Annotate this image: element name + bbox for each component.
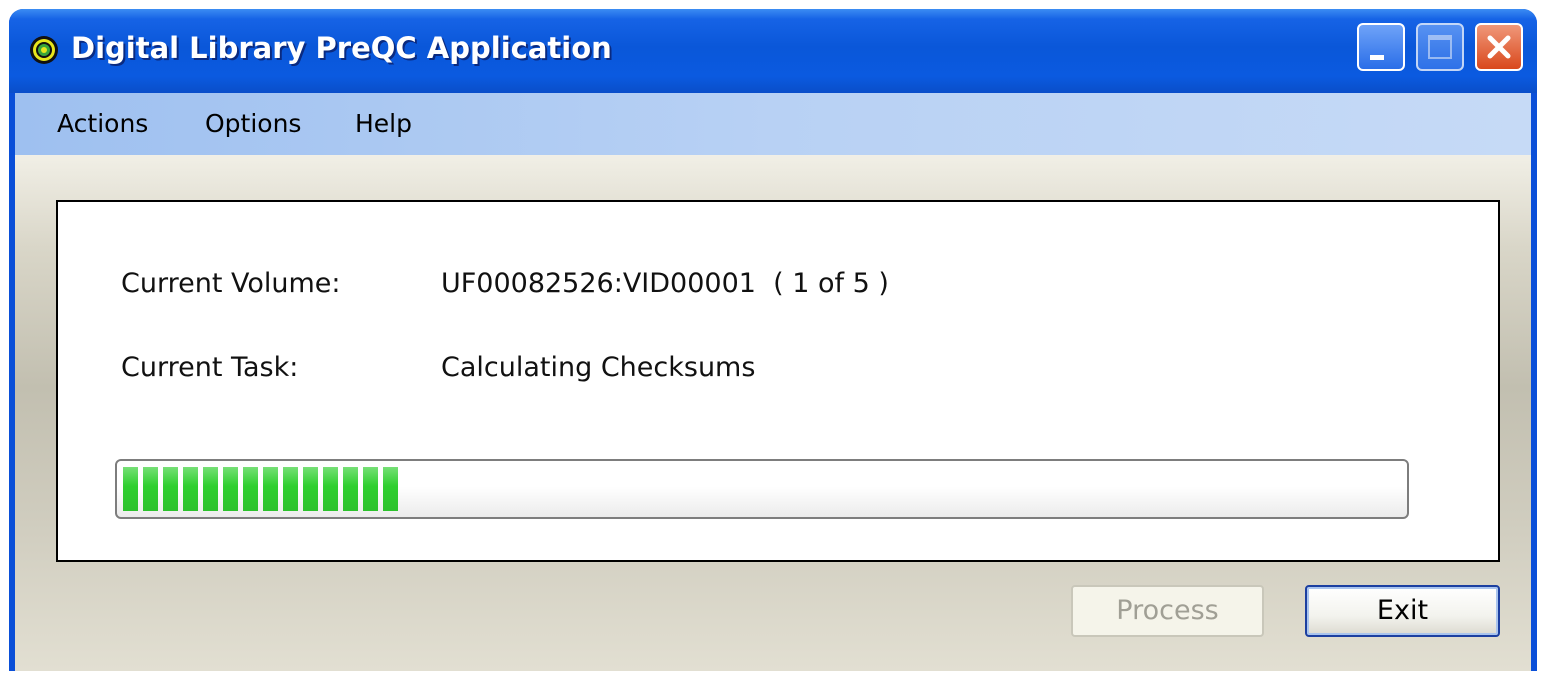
current-volume-value: UF00082526:VID00001 ( 1 of 5 ) [441, 268, 889, 299]
application-window: Digital Library PreQC Application Action… [9, 9, 1537, 671]
content-area: Current Volume: UF00082526:VID00001 ( 1 … [15, 155, 1531, 671]
current-task-label: Current Task: [121, 352, 299, 383]
current-task-value: Calculating Checksums [441, 352, 756, 383]
progress-gloss [117, 461, 1407, 517]
menu-actions[interactable]: Actions [57, 109, 148, 138]
status-panel: Current Volume: UF00082526:VID00001 ( 1 … [56, 200, 1500, 562]
menu-options[interactable]: Options [205, 109, 301, 138]
maximize-icon [1428, 35, 1452, 59]
maximize-button[interactable] [1416, 23, 1464, 71]
window-title: Digital Library PreQC Application [71, 31, 612, 65]
client-area: Actions Options Help Current Volume: UF0… [15, 93, 1531, 671]
target-icon [30, 36, 58, 64]
process-button[interactable]: Process [1071, 585, 1264, 637]
progress-bar [115, 459, 1409, 519]
minimize-icon [1370, 55, 1384, 60]
exit-button[interactable]: Exit [1305, 585, 1500, 637]
menu-bar: Actions Options Help [15, 93, 1531, 155]
title-bar[interactable]: Digital Library PreQC Application [9, 9, 1537, 93]
close-button[interactable] [1475, 23, 1523, 71]
close-icon [1487, 35, 1511, 59]
minimize-button[interactable] [1357, 23, 1405, 71]
menu-help[interactable]: Help [355, 109, 412, 138]
current-volume-label: Current Volume: [121, 268, 341, 299]
